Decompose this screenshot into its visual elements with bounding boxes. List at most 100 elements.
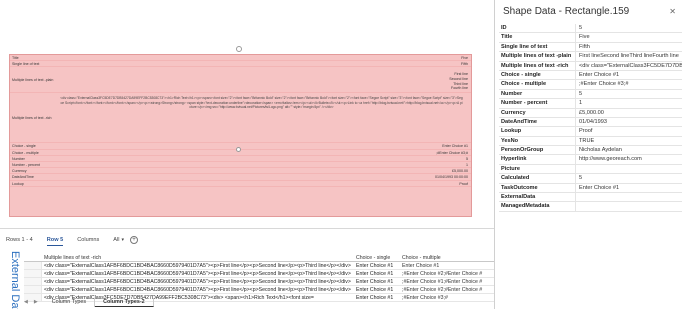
field-value[interactable]: 01/04/1993 [576,118,682,126]
table-cell[interactable]: ;#Enter Choice #2;#Enter Choice # [400,286,494,293]
rotation-handle[interactable] [236,46,242,52]
shape-data-row[interactable]: YesNo TRUE [499,136,682,147]
field-value[interactable]: Enter Choice #1 [576,71,682,79]
field-value[interactable]: ;#Enter Choice #3;# [576,80,682,88]
shape-row-lookup: Lookup Proof [10,181,471,187]
table-cell[interactable]: <div class="ExternalClass1AFBF6BDC1BD4BA… [42,262,354,269]
drawing-canvas[interactable]: Title Five Single line of text Fifth Mul… [0,0,494,228]
external-data-grid[interactable]: Multiple lines of text -rich Choice - si… [24,254,494,302]
field-label: Hyperlink [499,155,576,164]
shape-data-row[interactable]: TaskOutcome Enter Choice #1 [499,183,682,194]
shape-data-row[interactable]: ExternalData [499,193,682,203]
shape-data-row[interactable]: Number 5 [499,89,682,100]
shape-data-row[interactable]: Single line of text Fifth [499,42,682,53]
grid-corner[interactable] [24,254,42,261]
field-value[interactable]: 1 [576,99,682,107]
table-cell[interactable]: Enter Choice #1 [354,294,400,301]
shape-data-row[interactable]: Number - percent 1 [499,99,682,109]
shape-data-row[interactable]: Choice - multiple ;#Enter Choice #3;# [499,80,682,90]
scroll-right-icon[interactable]: ▶ [34,299,38,305]
shape-data-row[interactable]: PersonOrGroup Nicholas Aydelan [499,146,682,156]
shape-plain-label: Multiple lines of text -plain [12,77,54,82]
field-value[interactable]: Enter Choice #1 [576,184,682,192]
resize-handle[interactable] [236,147,241,152]
field-label: Calculated [499,174,576,183]
shape-data-row[interactable]: Choice - single Enter Choice #1 [499,70,682,81]
visio-window: Title Five Single line of text Fifth Mul… [0,0,682,309]
field-value[interactable] [576,193,682,202]
shape-data-row[interactable]: Title Five [499,33,682,43]
shape-data-row[interactable]: Calculated 5 [499,174,682,184]
shape-lookup-value: Proof [459,181,468,186]
field-value[interactable]: Five [576,33,682,41]
field-label: Title [499,33,576,42]
field-label: Choice - multiple [499,80,576,89]
field-value[interactable]: £5,000.00 [576,109,682,117]
table-cell[interactable]: <div class="ExternalClass1AFBF6BDC1BD4BA… [42,286,354,293]
row-selector[interactable] [24,286,42,293]
shape-data-grid: ID 5 Title Five Single line of text Fifth M… [499,24,682,212]
shape-data-row[interactable]: Multiple lines of text -rich <div class="… [499,61,682,71]
field-value[interactable] [576,164,682,174]
field-label: Multiple lines of text -rich [499,61,576,70]
field-value[interactable]: 5 [576,90,682,98]
field-value[interactable]: TRUE [576,137,682,145]
table-row[interactable]: <div class="ExternalClass1AFBF6BDC1BD4BA… [24,278,494,286]
shape-data-row[interactable]: ManagedMetadata [499,202,682,212]
row-selector[interactable] [24,270,42,277]
field-value[interactable]: Nicholas Aydelan [576,146,682,154]
rectangle-shape[interactable]: Title Five Single line of text Fifth Mul… [9,54,472,217]
shape-data-row[interactable]: Currency £5,000.00 [499,108,682,118]
table-cell[interactable]: ;#Enter Choice #1;#Enter Choice # [400,278,494,285]
row-selector[interactable] [24,278,42,285]
row-selector[interactable] [24,262,42,269]
field-label: Multiple lines of text -plain [499,52,576,61]
column-header[interactable]: Multiple lines of text -rich [42,254,354,261]
shape-data-row[interactable]: DateAndTime 01/04/1993 [499,117,682,128]
shape-data-row[interactable]: Hyperlink http://www.georeach.com [499,155,682,165]
shape-data-row[interactable]: ID 5 [499,24,682,34]
table-row[interactable]: <div class="ExternalClass1AFBF6BDC1BD4BA… [24,270,494,278]
close-icon[interactable]: ✕ [669,7,676,16]
shape-row-rich: Multiple lines of text -rich <div class=… [10,93,471,144]
field-value[interactable]: 5 [576,174,682,182]
shape-data-row[interactable]: Picture [499,164,682,175]
add-icon[interactable]: + [130,236,139,244]
external-data-title: External Data [9,251,21,309]
tab-columns[interactable]: Columns [77,237,99,243]
all-dropdown-label: All [113,237,120,243]
sheet-tab-column-types[interactable]: Column Types [44,297,96,307]
tab-row-5[interactable]: Row 5 [46,237,64,246]
table-cell[interactable]: Enter Choice #1 [354,262,400,269]
field-label: ID [499,24,576,33]
table-cell[interactable]: <div class="ExternalClass1AFBF6BDC1BD4BA… [42,270,354,277]
column-header[interactable]: Choice - single [354,254,400,261]
field-value[interactable]: Fifth [576,43,682,51]
table-cell[interactable]: Enter Choice #1 [354,286,400,293]
table-cell[interactable]: Enter Choice #1 [354,270,400,277]
field-label: Picture [499,164,576,174]
scroll-left-icon[interactable]: ◀ [24,299,28,305]
shape-data-row[interactable]: Multiple lines of text -plain First lineS… [499,52,682,62]
field-value[interactable]: First lineSecond lineThird lineFourth li… [576,52,682,60]
shape-plain-lines: First line Second line Third line Fourth… [449,72,468,90]
table-cell[interactable]: Enter Choice #1 [400,262,494,269]
table-cell[interactable]: ;#Enter Choice #3;# [400,294,494,301]
field-value[interactable]: <div class="ExternalClass3FC5DE7D7DB5 [576,62,682,70]
shape-data-row[interactable]: Lookup Proof [499,127,682,137]
table-row[interactable]: <div class="ExternalClass1AFBF6BDC1BD4BA… [24,262,494,270]
tab-rows[interactable]: Rows 1 - 4 [6,237,33,243]
field-value[interactable] [576,202,682,211]
field-value[interactable]: http://www.georeach.com [576,155,682,163]
field-value[interactable]: Proof [576,127,682,135]
field-label: Number - percent [499,99,576,108]
field-value[interactable]: 5 [576,24,682,32]
table-cell[interactable]: <div class="ExternalClass1AFBF6BDC1BD4BA… [42,278,354,285]
sheet-tab-column-types-2[interactable]: Column Types-2 [95,297,154,307]
table-cell[interactable]: Enter Choice #1 [354,278,400,285]
all-dropdown[interactable]: All ▾ [113,237,124,243]
table-row[interactable]: <div class="ExternalClass1AFBF6BDC1BD4BA… [24,286,494,294]
panel-title: Shape Data - Rectangle.159 [503,6,630,17]
table-cell[interactable]: ;#Enter Choice #2;#Enter Choice # [400,270,494,277]
column-header[interactable]: Choice - multiple [400,254,494,261]
